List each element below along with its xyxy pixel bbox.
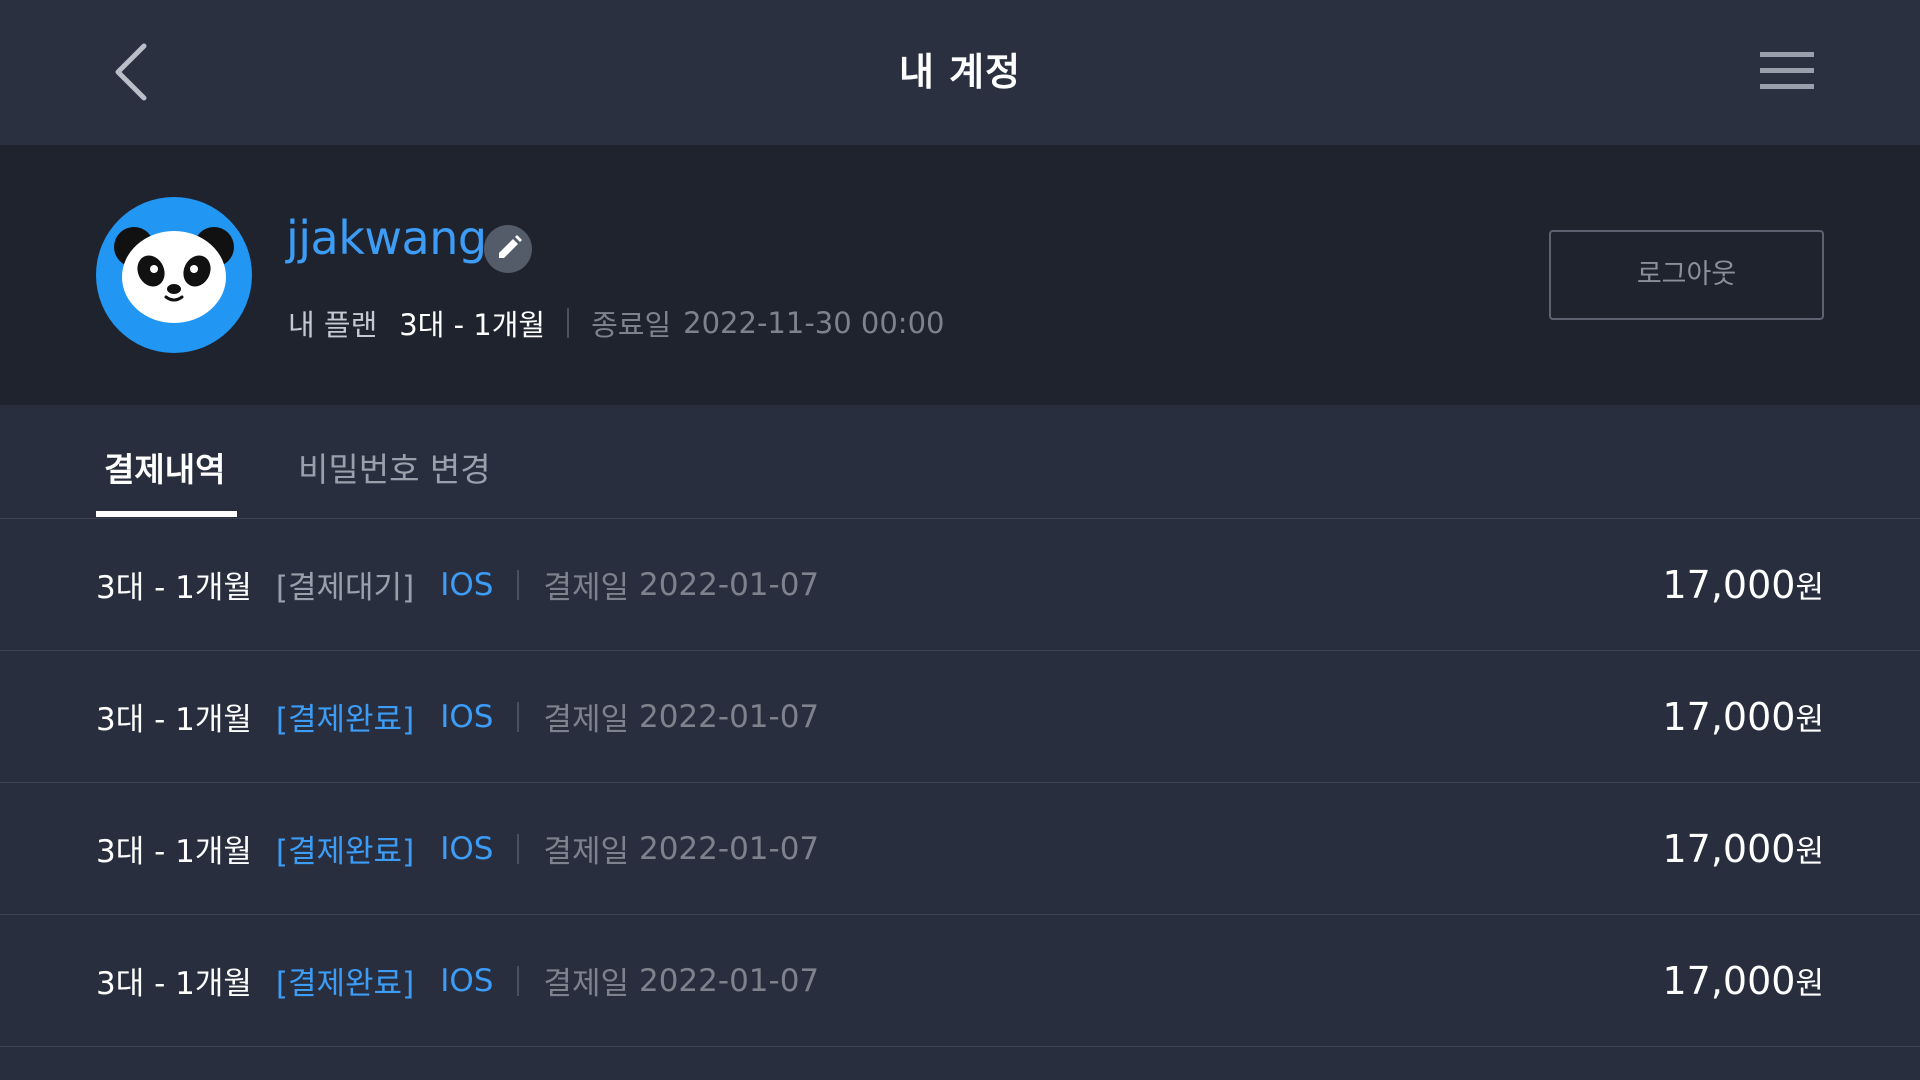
payment-date: 2022-01-07 — [638, 566, 820, 603]
hamburger-menu-icon — [1760, 52, 1814, 89]
payment-amount: 17,000 원 — [1663, 519, 1825, 650]
divider — [517, 965, 520, 996]
divider — [517, 569, 520, 600]
payment-date-label: 결제일 — [543, 966, 629, 1002]
chevron-left-icon — [115, 43, 147, 101]
amount-unit: 원 — [1795, 834, 1824, 870]
payment-platform: IOS — [440, 566, 494, 603]
plan-label: 내 플랜 — [288, 308, 378, 342]
payment-amount: 17,000 원 — [1663, 915, 1825, 1046]
plan-value: 3대 - 1개월 — [399, 308, 546, 342]
list-item: 3대 - 1개월 [결제대기] IOS 결제일 2022-01-07 17,00… — [0, 519, 1920, 651]
payment-platform: IOS — [440, 698, 494, 735]
payment-amount: 17,000 원 — [1663, 783, 1825, 914]
payment-amount: 17,000 원 — [1663, 651, 1825, 782]
plan-info: 내 플랜 3대 - 1개월 종료일 2022-11-30 00:00 — [288, 303, 944, 343]
edit-profile-button[interactable] — [484, 225, 532, 273]
tab-bar: 결제내역 비밀번호 변경 — [0, 405, 1920, 519]
payment-date: 2022-01-07 — [638, 962, 820, 999]
active-tab-indicator — [96, 511, 237, 517]
payment-status: [결제완료] — [275, 966, 415, 1002]
avatar — [96, 197, 252, 353]
amount-unit: 원 — [1795, 570, 1824, 606]
logout-button[interactable]: 로그아웃 — [1549, 230, 1824, 320]
username: jjakwang — [286, 211, 487, 265]
payment-platform: IOS — [440, 962, 494, 999]
tab-payment-history[interactable]: 결제내역 — [104, 443, 225, 491]
expiry-value: 2022-11-30 00:00 — [683, 306, 945, 340]
payment-status: [결제완료] — [275, 702, 415, 738]
divider — [517, 833, 520, 864]
top-bar: 내 계정 — [0, 0, 1920, 145]
amount-value: 17,000 — [1662, 694, 1796, 739]
payment-status: [결제완료] — [275, 834, 415, 870]
pencil-icon — [499, 235, 522, 258]
panda-icon — [114, 227, 234, 323]
payment-date-label: 결제일 — [543, 570, 629, 606]
list-item: 3대 - 1개월 [결제완료] IOS 결제일 2022-01-07 17,00… — [0, 783, 1920, 915]
tab-change-password[interactable]: 비밀번호 변경 — [298, 443, 491, 491]
expiry-label: 종료일 — [591, 308, 672, 342]
list-item: 3대 - 1개월 [결제완료] IOS 결제일 2022-01-07 17,00… — [0, 915, 1920, 1047]
amount-unit: 원 — [1795, 702, 1824, 738]
payment-plan: 3대 - 1개월 — [96, 834, 252, 870]
payment-date: 2022-01-07 — [638, 698, 820, 735]
page-title: 내 계정 — [898, 50, 1022, 94]
payment-date-label: 결제일 — [543, 702, 629, 738]
menu-button[interactable] — [1758, 50, 1816, 92]
payment-plan: 3대 - 1개월 — [96, 702, 252, 738]
profile-section: jjakwang 내 플랜 3대 - 1개월 종료일 2022-11-30 00… — [0, 145, 1920, 405]
payment-plan: 3대 - 1개월 — [96, 966, 252, 1002]
back-button[interactable] — [108, 40, 158, 104]
payment-date: 2022-01-07 — [638, 830, 820, 867]
payment-date-label: 결제일 — [543, 834, 629, 870]
amount-unit: 원 — [1795, 966, 1824, 1002]
payment-plan: 3대 - 1개월 — [96, 570, 252, 606]
payment-platform: IOS — [440, 830, 494, 867]
divider — [517, 701, 520, 732]
amount-value: 17,000 — [1662, 562, 1796, 607]
payment-list: 3대 - 1개월 [결제대기] IOS 결제일 2022-01-07 17,00… — [0, 519, 1920, 1047]
amount-value: 17,000 — [1662, 958, 1796, 1003]
amount-value: 17,000 — [1662, 826, 1796, 871]
payment-status: [결제대기] — [275, 570, 415, 606]
list-item: 3대 - 1개월 [결제완료] IOS 결제일 2022-01-07 17,00… — [0, 651, 1920, 783]
divider — [567, 308, 570, 338]
